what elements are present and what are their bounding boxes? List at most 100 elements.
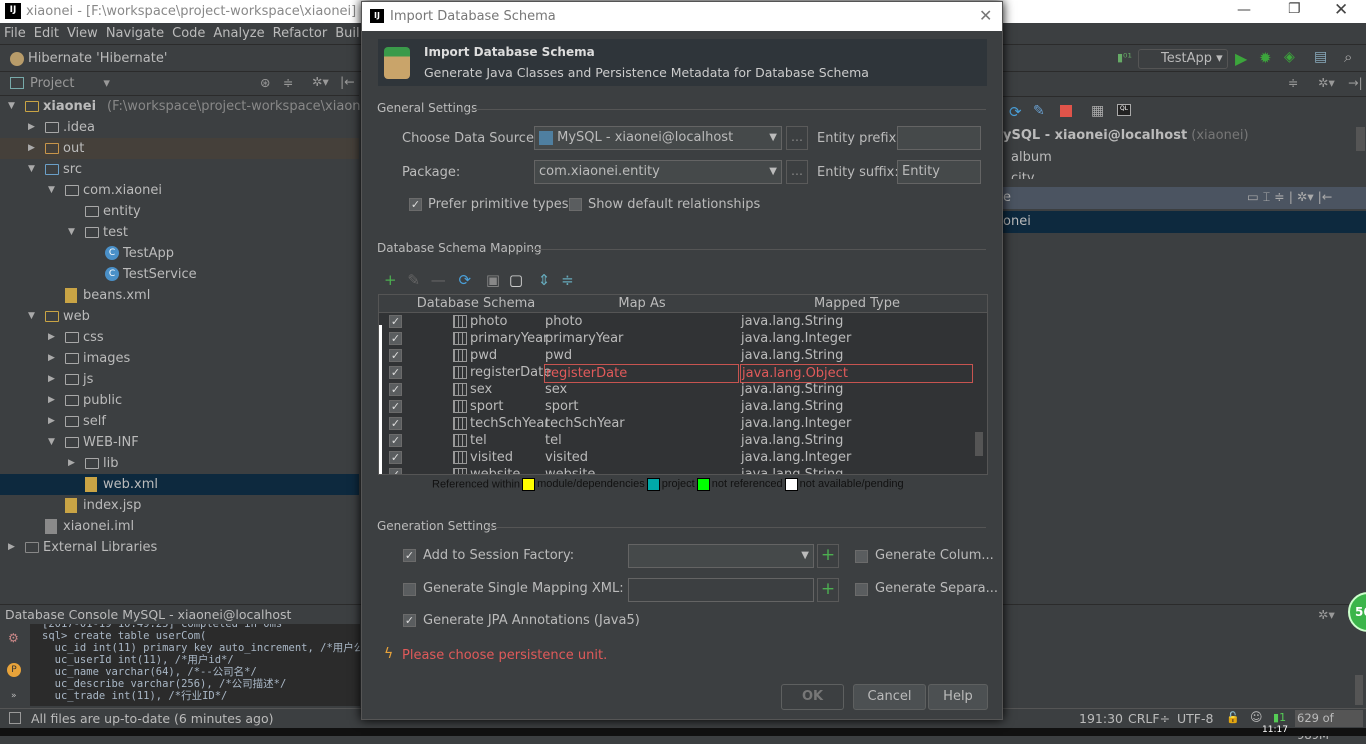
expand-down-icon[interactable]: ▼	[48, 180, 55, 201]
prefer-primitive-checkbox[interactable]: ✓	[409, 198, 422, 211]
package-select[interactable]: com.xiaonei.entity ▼	[534, 160, 782, 184]
add-session-factory-checkbox[interactable]: ✓	[403, 549, 416, 562]
inspector-icon[interactable]: ☺	[1250, 710, 1263, 724]
tree-item[interactable]: ▶ css	[0, 327, 359, 348]
console-output[interactable]: [2017-01-19 10:49:25] completed in 0ms sq…	[30, 624, 360, 706]
tree-item[interactable]: ▶ self	[0, 411, 359, 432]
tree-item[interactable]: ▼ com.xiaonei	[0, 180, 359, 201]
map-as-cell[interactable]: visited	[544, 449, 739, 466]
chevron-right-icon[interactable]: ▶	[48, 411, 55, 432]
gear-icon[interactable]: ✲▾	[312, 74, 329, 89]
tree-item[interactable]: ▶ External Libraries	[0, 537, 359, 558]
menu-code[interactable]: Code	[168, 23, 209, 44]
chevron-right-icon[interactable]: ▶	[48, 390, 55, 411]
row-checkbox[interactable]: ✓	[389, 315, 402, 328]
mapped-type-cell[interactable]: java.lang.String	[740, 381, 973, 398]
execute-icon[interactable]: ⚙	[8, 631, 19, 645]
table-row[interactable]: ✓ tel tel java.lang.String	[379, 432, 987, 449]
row-checkbox[interactable]: ✓	[389, 349, 402, 362]
menu-view[interactable]: View	[63, 23, 102, 44]
tree-item[interactable]: ▼ xiaonei (F:\workspace\project-workspace\…	[0, 96, 377, 117]
lock-icon[interactable]: 🔓	[1226, 711, 1240, 724]
selected-node[interactable]: onei	[1003, 211, 1366, 233]
column-mapped-type[interactable]: Mapped Type	[741, 296, 973, 311]
encoding[interactable]: UTF-8	[1177, 711, 1213, 726]
scrollbar[interactable]	[1356, 127, 1365, 151]
more-icon[interactable]: »	[11, 691, 17, 701]
settings-icons[interactable]: ▭ ⌶ ≑ | ✲▾ |←	[1247, 189, 1332, 205]
row-checkbox[interactable]: ✓	[389, 383, 402, 396]
help-button[interactable]: Help	[928, 684, 988, 710]
chevron-right-icon[interactable]: ▶	[68, 453, 75, 474]
add-icon[interactable]: +	[384, 271, 397, 289]
expand-down-icon[interactable]: ▼	[28, 306, 35, 327]
table-album[interactable]: album	[1011, 150, 1052, 165]
column-database-schema[interactable]: Database Schema	[409, 296, 543, 311]
row-checkbox[interactable]: ✓	[389, 417, 402, 430]
chevron-right-icon[interactable]: ▶	[48, 369, 55, 390]
table-row[interactable]: ✓ sex sex java.lang.String	[379, 381, 987, 398]
data-source-select[interactable]: MySQL - xiaonei@localhost ▼	[534, 126, 782, 150]
table-city[interactable]: city	[1011, 171, 1035, 179]
expand-down-icon[interactable]: ▼	[68, 222, 75, 243]
tree-item[interactable]: entity	[0, 201, 359, 222]
add-session-factory-button[interactable]: +	[817, 544, 839, 568]
refresh-icon[interactable]: ⟳	[459, 271, 472, 289]
table-row[interactable]: ✓ registerDate registerDate java.lang.Ob…	[379, 364, 987, 383]
chevron-right-icon[interactable]: ▶	[48, 348, 55, 369]
debug-icon[interactable]: ✹	[1259, 49, 1272, 67]
generate-separate-checkbox[interactable]	[855, 583, 868, 596]
project-structure-icon[interactable]: ▤	[1314, 49, 1327, 65]
stop-icon[interactable]	[1060, 105, 1072, 117]
table-editor-icon[interactable]: ▦	[1091, 103, 1104, 119]
menu-analyze[interactable]: Analyze	[209, 23, 268, 44]
line-separator[interactable]: CRLF÷	[1128, 711, 1170, 726]
add-mapping-file-button[interactable]: +	[817, 578, 839, 602]
tree-item[interactable]: index.jsp	[0, 495, 359, 516]
edit-icon[interactable]: ✎	[407, 271, 420, 289]
tree-item[interactable]: ▶ public	[0, 390, 359, 411]
tree-item[interactable]: ▶ images	[0, 348, 359, 369]
ok-button[interactable]: OK	[781, 684, 844, 710]
tree-item[interactable]: ▼ test	[0, 222, 359, 243]
event-log-icon[interactable]: ▮1	[1273, 711, 1286, 724]
single-mapping-input[interactable]	[628, 578, 814, 602]
tree-item[interactable]: xiaonei.iml	[0, 516, 359, 537]
cancel-button[interactable]: Cancel	[853, 684, 926, 710]
table-row[interactable]: ✓ pwd pwd java.lang.String	[379, 347, 987, 364]
chevron-right-icon[interactable]: ▶	[48, 327, 55, 348]
map-as-cell[interactable]: sport	[544, 398, 739, 415]
coverage-icon[interactable]: ◈	[1284, 49, 1295, 65]
minimize-button[interactable]: —	[1237, 2, 1251, 18]
single-mapping-checkbox[interactable]	[403, 583, 416, 596]
tree-item[interactable]: ▼ web	[0, 306, 359, 327]
generate-columns-checkbox[interactable]	[855, 550, 868, 563]
mapped-type-cell[interactable]: java.lang.String	[740, 347, 973, 364]
datasource-node[interactable]: ySQL - xiaonei@localhost (xiaonei)	[1003, 128, 1249, 143]
mapped-type-cell[interactable]: java.lang.String	[740, 398, 973, 415]
session-factory-select[interactable]: ▼	[628, 544, 814, 568]
tree-item[interactable]: ▶ js	[0, 369, 359, 390]
collapse-all-icon[interactable]: ≑	[561, 271, 574, 289]
menu-edit[interactable]: Edit	[30, 23, 63, 44]
tree-item[interactable]: ▼ WEB-INF	[0, 432, 359, 453]
scroll-from-source-icon[interactable]: ⊛	[260, 75, 270, 90]
gear-icon[interactable]: ✲▾	[1318, 607, 1335, 622]
map-as-cell[interactable]: website	[544, 466, 739, 474]
menu-refactor[interactable]: Refactor	[269, 23, 332, 44]
menu-file[interactable]: File	[0, 23, 30, 44]
hide-panel-icon[interactable]: →|	[1348, 75, 1363, 90]
run-config-selector[interactable]: TestApp ▾	[1138, 49, 1228, 69]
map-as-cell[interactable]: techSchYear	[544, 415, 739, 432]
tree-item[interactable]: ▶ out	[0, 138, 359, 159]
table-row[interactable]: ✓ sport sport java.lang.String	[379, 398, 987, 415]
tree-item[interactable]: C TestService	[0, 264, 359, 285]
table-row[interactable]: ✓ website website java.lang.String	[379, 466, 987, 474]
map-as-cell[interactable]: pwd	[544, 347, 739, 364]
mapped-type-cell[interactable]: java.lang.Integer	[740, 415, 973, 432]
row-checkbox[interactable]: ✓	[389, 332, 402, 345]
remove-icon[interactable]: —	[431, 271, 446, 289]
row-checkbox[interactable]: ✓	[389, 451, 402, 464]
expand-down-icon[interactable]: ▼	[48, 432, 55, 453]
tree-item[interactable]: ▶ lib	[0, 453, 359, 474]
